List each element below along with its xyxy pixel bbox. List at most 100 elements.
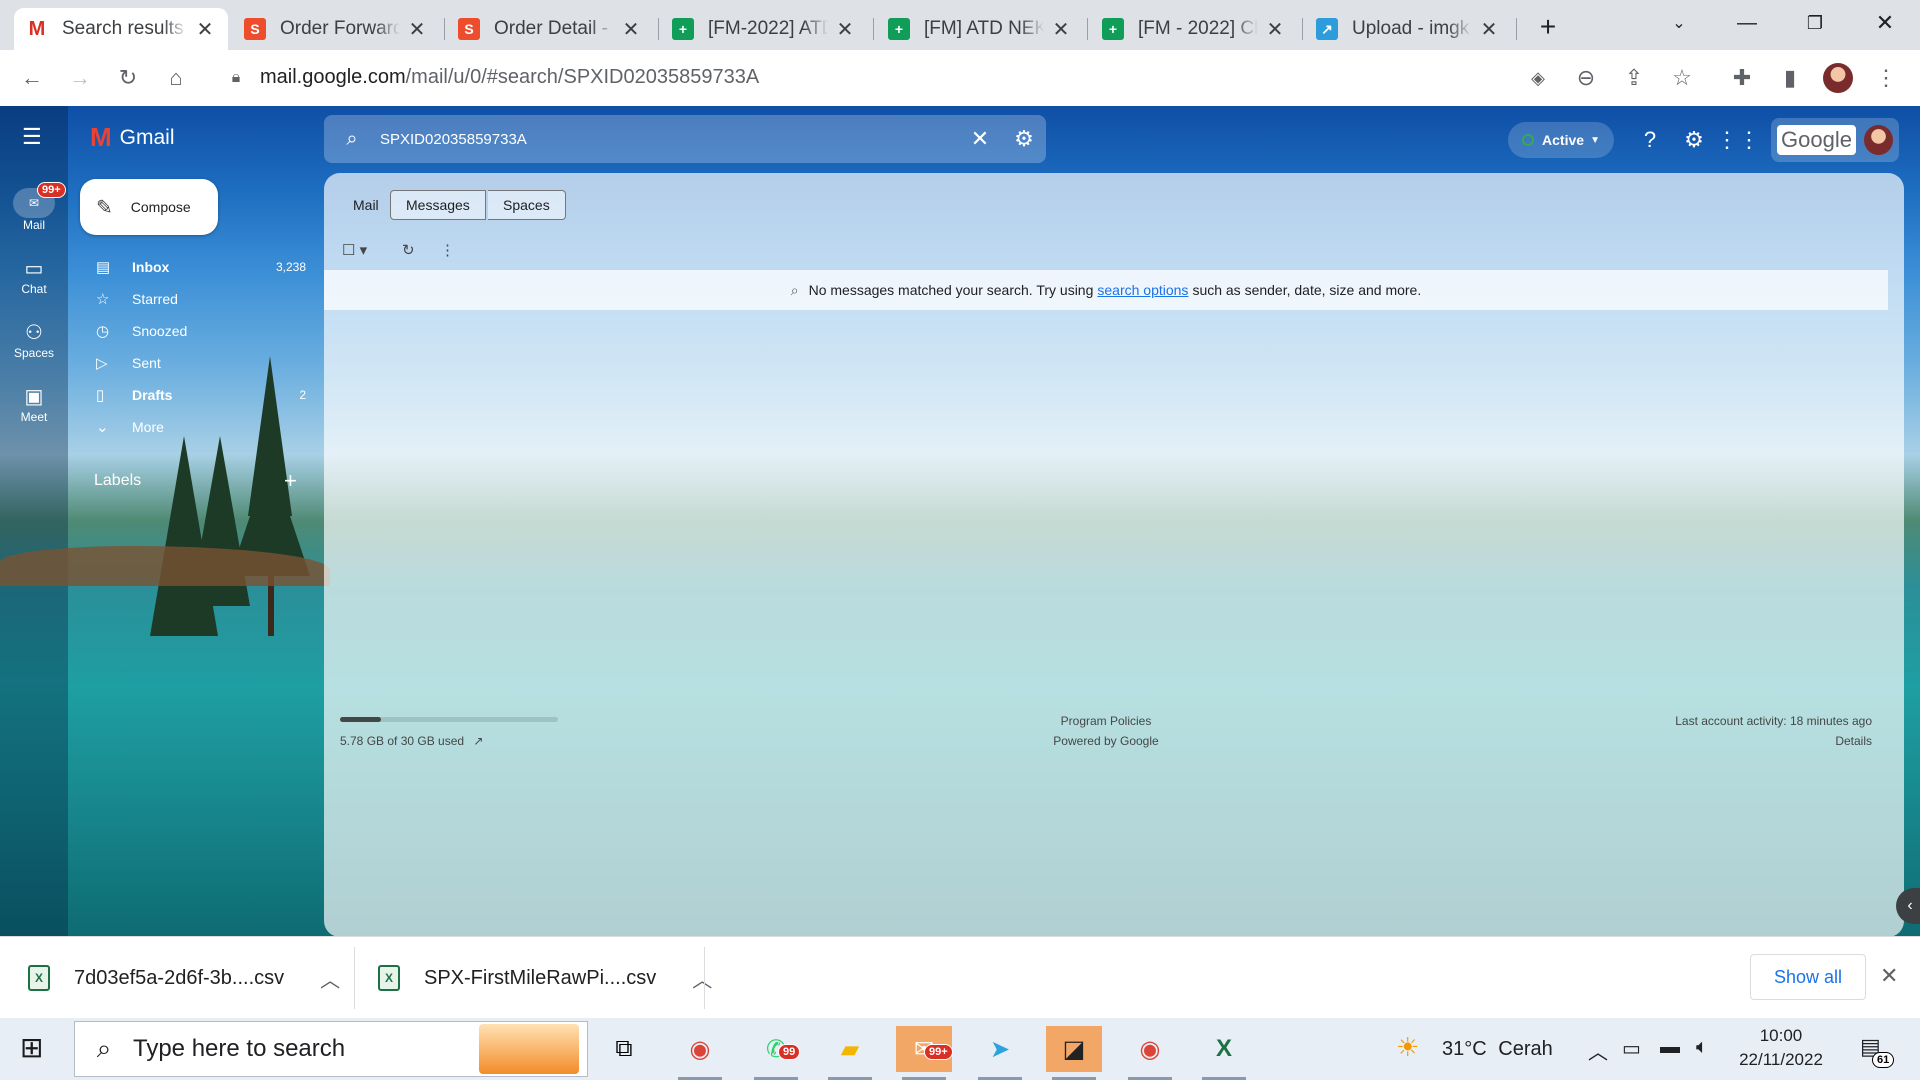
messenger-icon[interactable]: ✉99+ xyxy=(896,1026,953,1080)
nav-count: 2 xyxy=(299,388,306,402)
chevron-up-icon[interactable]: ︿ xyxy=(320,964,340,993)
taskbar-search-placeholder: Type here to search xyxy=(133,1035,346,1062)
nav-sent[interactable]: ▷ Sent xyxy=(96,348,306,378)
file-explorer-icon[interactable]: ▰ xyxy=(822,1026,878,1080)
windows-start-icon[interactable]: ⊞ xyxy=(20,1034,43,1062)
reload-icon[interactable]: ↻ xyxy=(112,62,144,94)
close-tab-icon[interactable]: ✕ xyxy=(1478,17,1500,42)
close-tab-icon[interactable]: ✕ xyxy=(834,17,856,42)
weather-temp: 31°C xyxy=(1442,1038,1487,1060)
rail-meet[interactable]: ▣ Meet xyxy=(0,384,68,424)
network-icon[interactable]: ▭ xyxy=(1622,1036,1641,1061)
search-options-link[interactable]: search options xyxy=(1097,282,1188,298)
rail-chat[interactable]: ▭ Chat xyxy=(0,256,68,296)
close-tab-icon[interactable]: ✕ xyxy=(1264,17,1286,42)
gmail-logo[interactable]: M Gmail xyxy=(90,122,175,153)
bookmark-star-icon[interactable]: ☆ xyxy=(1666,62,1698,94)
search-highlight-image xyxy=(479,1024,579,1074)
downloads-bar: X 7d03ef5a-2d6f-3b....csv ︿ X SPX-FirstM… xyxy=(0,936,1920,1018)
help-icon[interactable]: ? xyxy=(1636,126,1664,154)
nav-drafts[interactable]: ▯ Drafts 2 xyxy=(96,380,306,410)
excel-icon[interactable]: X xyxy=(1196,1026,1252,1080)
chevron-up-icon[interactable]: ︿ xyxy=(692,964,712,993)
notification-count: 61 xyxy=(1872,1052,1895,1068)
tab-separator xyxy=(1087,18,1088,40)
whatsapp-icon[interactable]: ✆ 99 xyxy=(748,1026,804,1080)
tab-gmail-search[interactable]: M Search results - ✕ xyxy=(14,8,228,50)
share-icon[interactable]: ⇪ xyxy=(1618,62,1650,94)
volume-icon[interactable]: 🔈︎ xyxy=(1696,1036,1708,1059)
search-options-icon[interactable]: ⚙︎ xyxy=(1002,126,1046,152)
nav-inbox[interactable]: ▤ Inbox 3,238 xyxy=(96,252,306,282)
chrome-profile-icon[interactable]: ◉ xyxy=(1122,1026,1178,1080)
google-account-button[interactable]: Google xyxy=(1771,118,1899,162)
nav-starred[interactable]: ☆ Starred xyxy=(96,284,306,314)
battery-icon[interactable]: ▬ xyxy=(1660,1036,1680,1059)
chip-mail[interactable]: Mail xyxy=(338,190,394,220)
search-icon[interactable]: ⌕ xyxy=(324,128,380,151)
tab-upload-imgkit[interactable]: ↗ Upload - imgk ✕ xyxy=(1304,8,1512,50)
tab-fm-atd-nek[interactable]: + [FM] ATD NEK ✕ xyxy=(876,8,1084,50)
weather-sun-icon[interactable]: ☀ xyxy=(1396,1032,1419,1063)
download-item[interactable]: X SPX-FirstMileRawPi....csv ︿ xyxy=(378,937,712,1019)
chrome-menu-icon[interactable]: ⋮ xyxy=(1870,62,1902,94)
clear-search-icon[interactable]: ✕ xyxy=(958,126,1002,152)
compose-button[interactable]: ✎ Compose xyxy=(80,179,218,235)
lock-icon[interactable]: 🔒︎ xyxy=(220,62,252,94)
notification-center-icon[interactable]: ▤ 61 xyxy=(1860,1034,1895,1068)
task-view-icon[interactable]: ⧉ xyxy=(596,1026,652,1072)
chip-spaces[interactable]: Spaces xyxy=(488,190,566,220)
chip-messages[interactable]: Messages xyxy=(390,190,486,220)
taskbar-search-box[interactable]: ⌕ Type here to search xyxy=(74,1021,588,1077)
program-policies-text[interactable]: Program Policies xyxy=(1061,714,1152,728)
search-input[interactable]: SPXID02035859733A xyxy=(380,131,958,148)
add-label-plus-icon[interactable]: + xyxy=(284,468,297,494)
side-panel-icon[interactable]: ▮ xyxy=(1774,62,1806,94)
chrome-icon[interactable]: ◉ xyxy=(672,1026,728,1080)
tab-order-detail[interactable]: S Order Detail - S ✕ xyxy=(446,8,654,50)
address-bar[interactable]: mail.google.com/mail/u/0/#search/SPXID02… xyxy=(260,66,759,89)
close-window-icon[interactable]: ✕ xyxy=(1852,0,1918,46)
close-tab-icon[interactable]: ✕ xyxy=(620,17,642,42)
sticky-notes-icon[interactable]: ◪ xyxy=(1046,1026,1102,1080)
extensions-puzzle-icon[interactable]: ✚ xyxy=(1726,62,1758,94)
minimize-icon[interactable]: — xyxy=(1714,0,1780,46)
nav-more[interactable]: ⌄ More xyxy=(96,412,306,442)
clock[interactable]: 10:00 22/11/2022 xyxy=(1734,1024,1828,1072)
weather-widget[interactable]: 31°C Cerah xyxy=(1442,1038,1553,1061)
tab-order-forward[interactable]: S Order Forward ✕ xyxy=(232,8,440,50)
forward-arrow-icon[interactable]: → xyxy=(64,62,96,94)
zoom-icon[interactable]: ⊖ xyxy=(1570,62,1602,94)
telegram-icon[interactable]: ➤ xyxy=(972,1026,1028,1080)
close-downloads-icon[interactable]: ✕ xyxy=(1880,963,1898,989)
show-hidden-icons-chevron-icon[interactable]: ︿ xyxy=(1588,1036,1608,1065)
tab-search-chevron-down-icon[interactable]: ⌄ xyxy=(1646,0,1712,46)
close-tab-icon[interactable]: ✕ xyxy=(194,17,216,42)
back-arrow-icon[interactable]: ← xyxy=(16,62,48,94)
tab-fm-2022-cla[interactable]: + [FM - 2022] Cla ✕ xyxy=(1090,8,1298,50)
close-tab-icon[interactable]: ✕ xyxy=(406,17,428,42)
no-results-text-tail: such as sender, date, size and more. xyxy=(1192,282,1422,298)
select-all-checkbox[interactable]: ☐ ▾ xyxy=(342,241,367,259)
site-permissions-icon[interactable]: ◈ xyxy=(1522,62,1554,94)
profile-avatar[interactable] xyxy=(1822,62,1854,94)
close-tab-icon[interactable]: ✕ xyxy=(1050,17,1072,42)
new-tab-icon[interactable]: + xyxy=(1530,10,1566,46)
status-active-button[interactable]: Active ▼ xyxy=(1508,122,1614,158)
more-options-icon[interactable]: ⋮ xyxy=(440,241,455,259)
tab-fm-2022-atd[interactable]: + [FM-2022] ATD ✕ xyxy=(660,8,868,50)
main-menu-icon[interactable]: ☰ xyxy=(22,124,42,150)
nav-snoozed[interactable]: ◷ Snoozed xyxy=(96,316,306,346)
google-apps-icon[interactable]: ⋮⋮ xyxy=(1716,126,1760,154)
mail-search-bar[interactable]: ⌕ SPXID02035859733A ✕ ⚙︎ xyxy=(324,115,1046,163)
rail-mail[interactable]: ✉ 99+ Mail xyxy=(0,182,68,232)
program-policies-link[interactable]: Program Policies xyxy=(324,714,1888,728)
home-icon[interactable]: ⌂ xyxy=(160,62,192,94)
refresh-icon[interactable]: ↻ xyxy=(402,241,415,259)
show-all-downloads-button[interactable]: Show all xyxy=(1750,954,1866,1000)
restore-icon[interactable]: ❐ xyxy=(1782,0,1848,46)
details-link[interactable]: Details xyxy=(1835,734,1872,748)
rail-spaces[interactable]: ⚇ Spaces xyxy=(0,320,68,360)
download-item[interactable]: X 7d03ef5a-2d6f-3b....csv ︿ xyxy=(28,937,340,1019)
settings-gear-icon[interactable]: ⚙ xyxy=(1680,126,1708,154)
